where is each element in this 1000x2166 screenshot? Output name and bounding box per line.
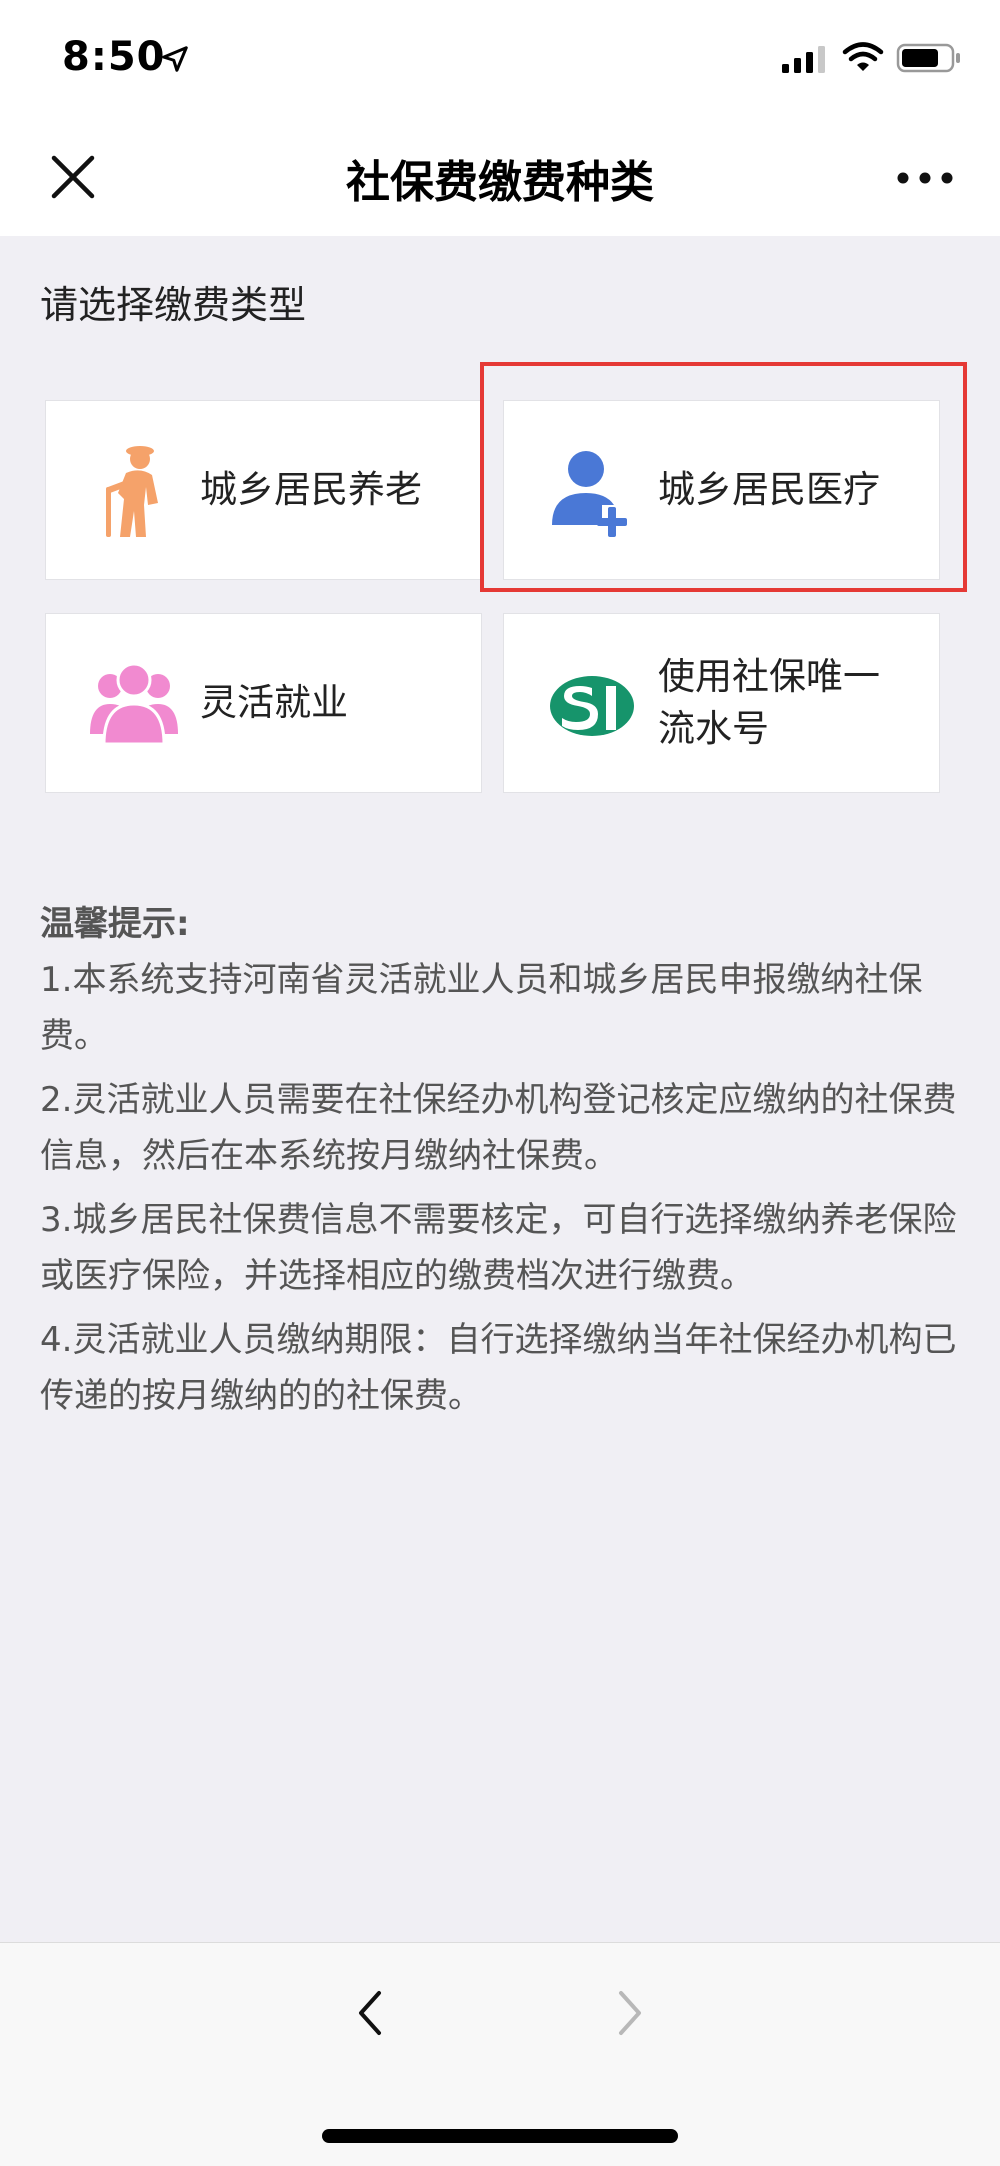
tips-title: 温馨提示: xyxy=(40,904,190,944)
more-icon xyxy=(897,172,953,184)
card-urban-rural-medical[interactable]: 城乡居民医疗 xyxy=(503,400,940,580)
forward-button[interactable] xyxy=(600,1983,660,2043)
card-social-security-serial[interactable]: 使用社保唯一 流水号 xyxy=(503,613,940,793)
close-button[interactable] xyxy=(40,144,106,210)
card-label-line-1: 使用社保唯一 xyxy=(658,655,880,698)
tips-section: 温馨提示: 1.本系统支持河南省灵活就业人员和城乡居民申报缴纳社保费。 2.灵活… xyxy=(40,896,960,1432)
cellular-signal-icon xyxy=(782,46,825,73)
bottom-toolbar xyxy=(0,1942,1000,2166)
card-label-line-2: 流水号 xyxy=(658,707,769,750)
home-indicator[interactable] xyxy=(322,2129,678,2143)
location-arrow-icon xyxy=(162,46,188,72)
tip-item: 3.城乡居民社保费信息不需要核定，可自行选择缴纳养老保险或医疗保险，并选择相应的… xyxy=(40,1200,957,1296)
close-icon xyxy=(51,155,95,199)
card-label: 城乡居民医疗 xyxy=(658,468,880,511)
status-bar: 8:50 xyxy=(0,0,1000,118)
wifi-icon xyxy=(842,42,884,71)
section-label: 请选择缴费类型 xyxy=(40,283,307,327)
card-flexible-employment[interactable]: 灵活就业 xyxy=(45,613,482,793)
tip-item: 2.灵活就业人员需要在社保经办机构登记核定应缴纳的社保费信息，然后在本系统按月缴… xyxy=(40,1080,957,1176)
elderly-person-icon xyxy=(106,446,158,537)
page-title: 社保费缴费种类 xyxy=(346,157,654,208)
battery-icon xyxy=(896,43,960,73)
more-button[interactable] xyxy=(880,148,970,208)
card-label: 使用社保唯一 流水号 xyxy=(658,614,921,792)
card-label: 灵活就业 xyxy=(200,681,348,724)
status-time: 8:50 xyxy=(62,34,166,80)
card-urban-rural-pension[interactable]: 城乡居民养老 xyxy=(45,400,482,580)
users-group-icon xyxy=(90,662,178,746)
chevron-left-icon xyxy=(359,1991,381,2035)
card-label: 城乡居民养老 xyxy=(200,468,422,511)
tip-item: 4.灵活就业人员缴纳期限：自行选择缴纳当年社保经办机构已传递的按月缴纳的的社保费… xyxy=(40,1320,957,1416)
user-add-icon xyxy=(552,451,627,537)
tip-item: 1.本系统支持河南省灵活就业人员和城乡居民申报缴纳社保费。 xyxy=(40,960,923,1056)
si-logo-icon xyxy=(550,676,634,736)
back-button[interactable] xyxy=(340,1983,400,2043)
nav-header: 社保费缴费种类 xyxy=(0,118,1000,236)
chevron-right-icon xyxy=(619,1991,641,2035)
